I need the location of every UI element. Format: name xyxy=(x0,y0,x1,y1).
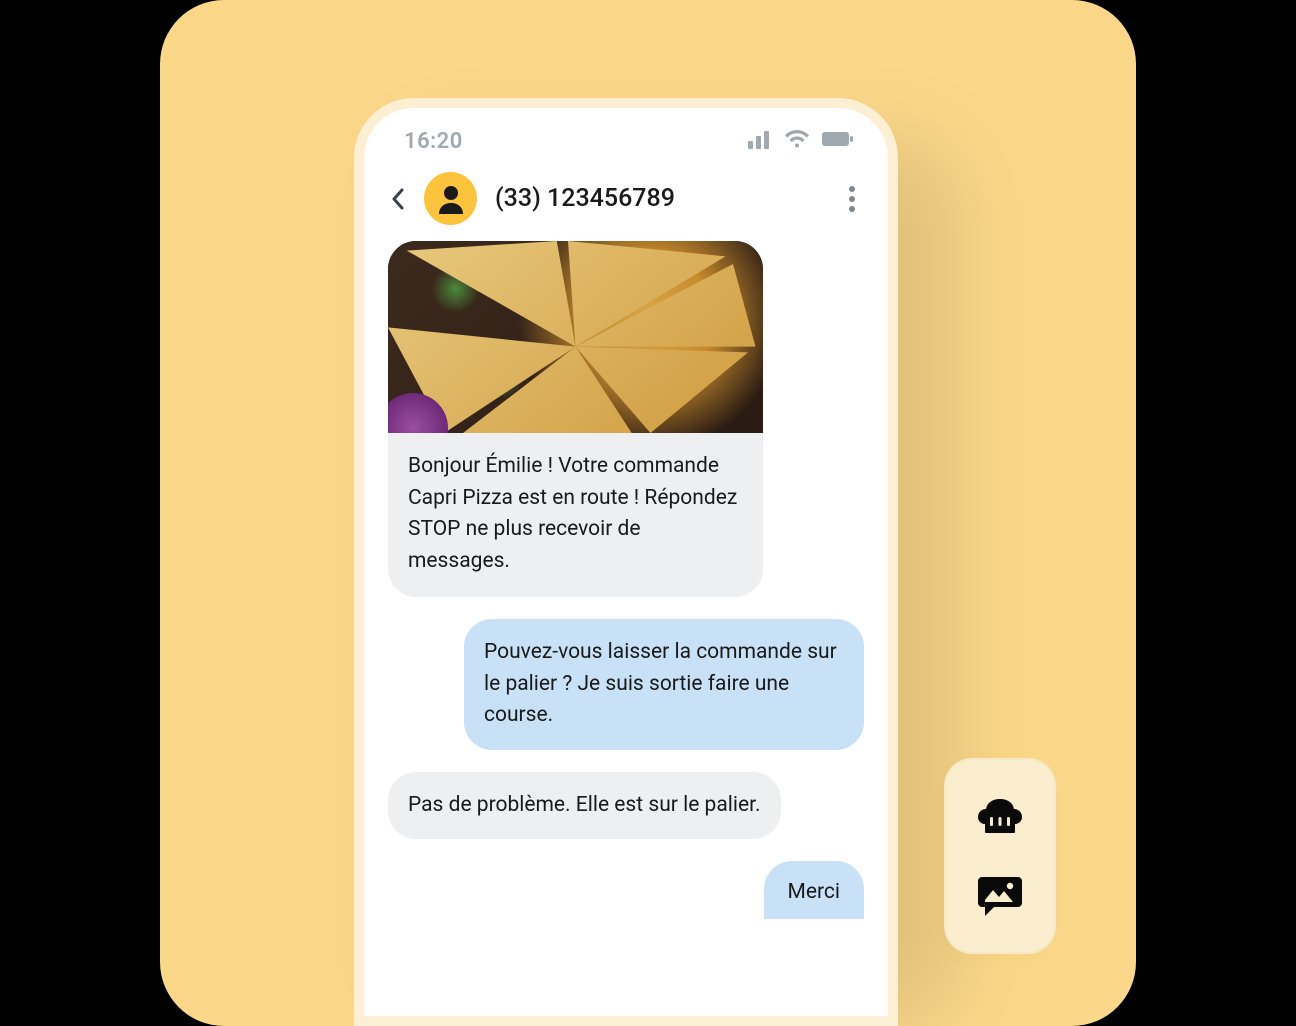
chef-hat-icon xyxy=(976,791,1024,839)
battery-icon xyxy=(822,129,854,153)
message-text: Bonjour Émilie ! Votre commande Capri Pi… xyxy=(388,433,763,597)
message-text: Pouvez-vous laisser la commande sur le p… xyxy=(484,640,837,727)
message-text: Merci xyxy=(788,880,841,904)
chef-hat-button[interactable] xyxy=(972,787,1028,843)
contact-phone-number[interactable]: (33) 123456789 xyxy=(495,184,824,213)
status-time: 16:20 xyxy=(404,129,463,154)
phone-frame: 16:20 xyxy=(354,98,898,1026)
message-received[interactable]: Pas de problème. Elle est sur le palier. xyxy=(388,772,781,840)
image-message-button[interactable] xyxy=(972,869,1028,925)
message-received-with-image[interactable]: Bonjour Émilie ! Votre commande Capri Pi… xyxy=(388,241,763,597)
side-tool-panel xyxy=(944,758,1056,954)
wifi-icon xyxy=(784,129,810,153)
status-bar: 16:20 xyxy=(364,108,888,164)
message-sent[interactable]: Merci xyxy=(764,861,865,919)
image-message-icon xyxy=(976,873,1024,921)
phone-screen: 16:20 xyxy=(364,108,888,1016)
cellular-signal-icon xyxy=(748,129,772,153)
avatar[interactable] xyxy=(424,172,477,225)
more-options-button[interactable] xyxy=(836,183,868,215)
status-icons xyxy=(748,129,854,153)
back-button[interactable] xyxy=(384,185,412,213)
message-text: Pas de problème. Elle est sur le palier. xyxy=(408,793,761,817)
message-image-pizza xyxy=(388,241,763,433)
stage: 16:20 xyxy=(0,0,1296,1026)
message-sent[interactable]: Pouvez-vous laisser la commande sur le p… xyxy=(464,619,864,750)
chat-header: (33) 123456789 xyxy=(364,164,888,241)
messages-list: Bonjour Émilie ! Votre commande Capri Pi… xyxy=(364,241,888,919)
